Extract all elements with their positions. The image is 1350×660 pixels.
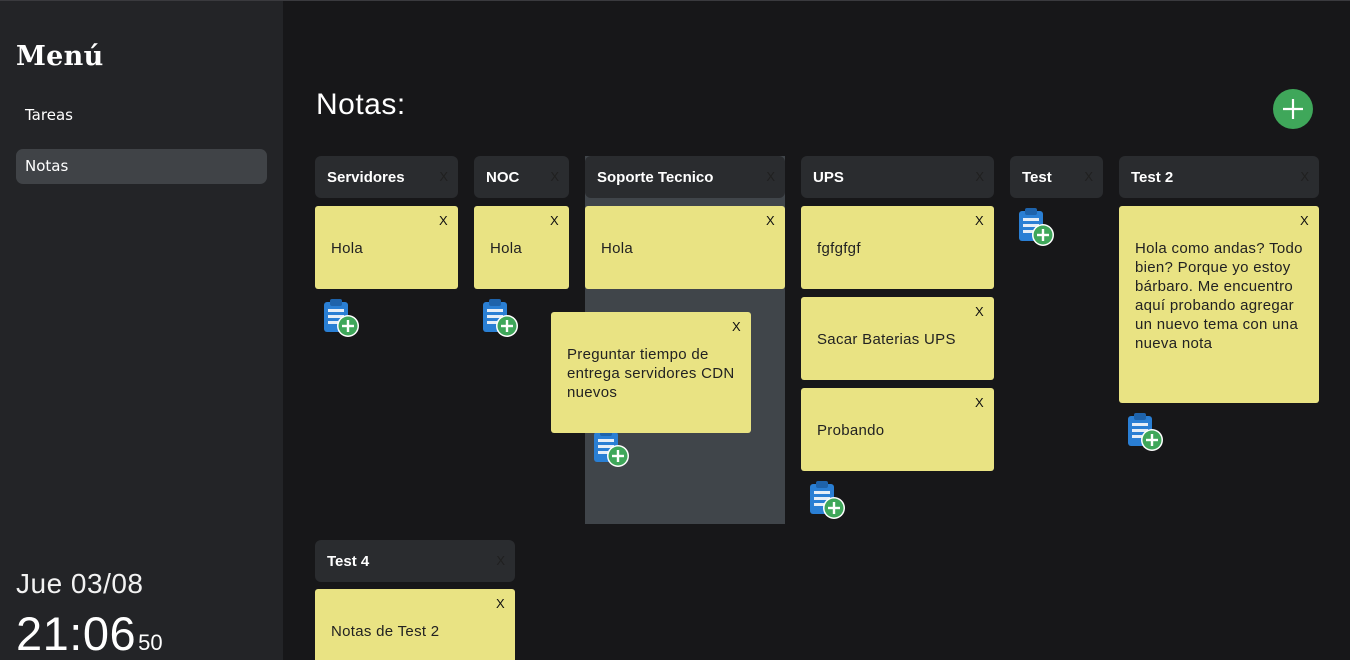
- dragging-note-card[interactable]: X Preguntar tiempo de entrega servidores…: [551, 312, 751, 433]
- delete-column-button[interactable]: X: [439, 169, 448, 184]
- column-header[interactable]: Test 2 X: [1119, 156, 1319, 198]
- delete-note-button[interactable]: X: [1300, 211, 1309, 230]
- note-card[interactable]: X Hola: [474, 206, 569, 289]
- note-text: Hola: [601, 240, 634, 257]
- add-note-icon[interactable]: [805, 479, 847, 521]
- delete-note-button[interactable]: X: [439, 211, 448, 230]
- delete-note-button[interactable]: X: [766, 211, 775, 230]
- column-title: Test 2: [1131, 169, 1174, 186]
- note-text: Probando: [817, 422, 885, 439]
- menu-title: Menú: [16, 41, 104, 72]
- column-title: Test: [1022, 169, 1052, 186]
- column-header[interactable]: Test X: [1010, 156, 1103, 198]
- note-card[interactable]: X Notas de Test 2: [315, 589, 515, 660]
- delete-note-button[interactable]: X: [975, 393, 984, 412]
- note-card[interactable]: X Probando: [801, 388, 994, 471]
- note-card[interactable]: X Hola como andas? Todo bien? Porque yo …: [1119, 206, 1319, 403]
- note-text: Hola: [331, 240, 364, 257]
- delete-column-button[interactable]: X: [496, 553, 505, 568]
- clock-hours-minutes: 21:06: [16, 607, 137, 660]
- delete-column-button[interactable]: X: [1300, 169, 1309, 184]
- delete-column-button[interactable]: X: [550, 169, 559, 184]
- column-header[interactable]: NOC X: [474, 156, 569, 198]
- column-title: UPS: [813, 169, 844, 186]
- page-title: Notas:: [316, 88, 406, 121]
- delete-note-button[interactable]: X: [550, 211, 559, 230]
- clock: 21:0650: [16, 606, 163, 660]
- note-text: Hola: [490, 240, 523, 257]
- sidebar-item-tareas[interactable]: Tareas: [16, 98, 267, 133]
- note-card[interactable]: X fgfgfgf: [801, 206, 994, 289]
- clock-seconds: 50: [138, 630, 163, 655]
- add-note-icon[interactable]: [1123, 411, 1165, 453]
- add-note-icon[interactable]: [478, 297, 520, 339]
- add-note-icon[interactable]: [1014, 206, 1056, 248]
- add-note-icon[interactable]: [319, 297, 361, 339]
- note-card[interactable]: X Hola: [585, 206, 785, 289]
- plus-icon: [1283, 99, 1303, 119]
- add-column-button[interactable]: [1273, 89, 1313, 129]
- note-text: Preguntar tiempo de entrega servidores C…: [567, 346, 735, 401]
- delete-column-button[interactable]: X: [975, 169, 984, 184]
- delete-note-button[interactable]: X: [975, 211, 984, 230]
- column-header[interactable]: Servidores X: [315, 156, 458, 198]
- column-title: Test 4: [327, 553, 370, 570]
- column-title: Servidores: [327, 169, 405, 186]
- column-header[interactable]: UPS X: [801, 156, 994, 198]
- note-text: fgfgfgf: [817, 240, 861, 257]
- add-note-icon[interactable]: [589, 427, 631, 469]
- note-text: Notas de Test 2: [331, 623, 440, 640]
- note-text: Hola como andas? Todo bien? Porque yo es…: [1135, 240, 1303, 352]
- delete-column-button[interactable]: X: [766, 169, 775, 184]
- sidebar: Menú Tareas Notas Jue 03/08 21:0650: [0, 1, 283, 660]
- column-header[interactable]: Soporte Tecnico X: [585, 156, 785, 198]
- note-card[interactable]: X Sacar Baterias UPS: [801, 297, 994, 380]
- note-card[interactable]: X Hola: [315, 206, 458, 289]
- sidebar-item-notas[interactable]: Notas: [16, 149, 267, 184]
- note-text: Sacar Baterias UPS: [817, 331, 956, 348]
- delete-note-button[interactable]: X: [975, 302, 984, 321]
- column-header[interactable]: Test 4 X: [315, 540, 515, 582]
- delete-note-button[interactable]: X: [732, 317, 741, 336]
- column-title: Soporte Tecnico: [597, 169, 714, 186]
- column-title: NOC: [486, 169, 520, 186]
- current-date: Jue 03/08: [16, 568, 144, 599]
- delete-note-button[interactable]: X: [496, 594, 505, 613]
- delete-column-button[interactable]: X: [1084, 169, 1093, 184]
